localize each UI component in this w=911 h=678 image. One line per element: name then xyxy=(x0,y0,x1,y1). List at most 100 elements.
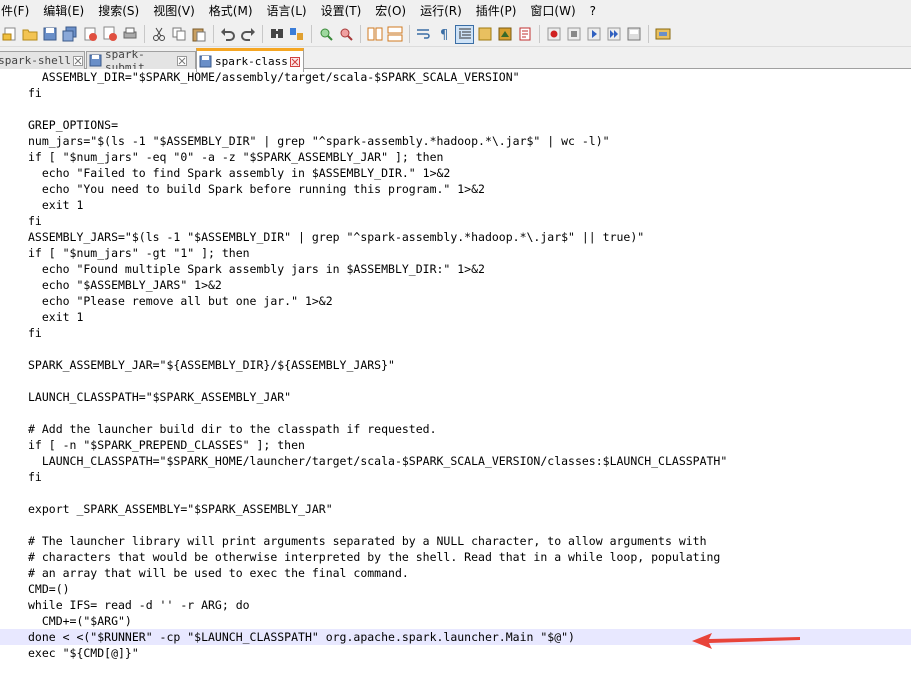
save-all-icon[interactable] xyxy=(61,25,79,43)
code-line[interactable]: 4CMD=() xyxy=(0,581,911,597)
menu-item[interactable]: 窗口(W) xyxy=(523,0,582,22)
run-macro-multiple-icon[interactable] xyxy=(605,25,623,43)
code-line[interactable]: 0 xyxy=(0,517,911,533)
menu-item[interactable]: ? xyxy=(583,0,603,22)
code-line[interactable]: 5while IFS= read -d '' -r ARG; do xyxy=(0,597,911,613)
svg-text:¶: ¶ xyxy=(440,28,448,42)
code-line[interactable]: 9 echo "You need to build Spark before r… xyxy=(0,181,911,197)
plugin-icon[interactable] xyxy=(654,25,672,43)
copy-icon[interactable] xyxy=(170,25,188,43)
close-icon[interactable] xyxy=(73,55,83,66)
code-line[interactable]: 4 xyxy=(0,101,911,117)
code-line[interactable]: 3# an array that will be used to exec th… xyxy=(0,565,911,581)
line-text: exec "${CMD[@]}" xyxy=(28,646,139,660)
menu-item[interactable]: 宏(O) xyxy=(368,0,413,22)
code-line[interactable]: 5if [ -n "$SPARK_PREPEND_CLASSES" ]; the… xyxy=(0,437,911,453)
undo-icon[interactable] xyxy=(219,25,237,43)
line-text: exit 1 xyxy=(28,310,84,324)
sync-horizontal-icon[interactable] xyxy=(386,25,404,43)
function-list-icon[interactable] xyxy=(516,25,534,43)
code-line[interactable]: 7if [ "$num_jars" -eq "0" -a -z "$SPARK_… xyxy=(0,149,911,165)
code-line[interactable]: 2# characters that would be otherwise in… xyxy=(0,549,911,565)
code-line[interactable]: 8 xyxy=(0,485,911,501)
code-editor[interactable]: 2 ASSEMBLY_DIR="$SPARK_HOME/assembly/tar… xyxy=(0,69,911,678)
code-line[interactable]: 3fi xyxy=(0,85,911,101)
tab-spark-submit[interactable]: spark-submit xyxy=(86,48,196,74)
line-text: export _SPARK_ASSEMBLY="$SPARK_ASSEMBLY_… xyxy=(28,502,333,516)
line-text: # an array that will be used to exec the… xyxy=(28,566,409,580)
open-file-icon[interactable] xyxy=(21,25,39,43)
indent-guide-icon[interactable] xyxy=(455,24,474,44)
code-line[interactable]: 7 exit 1 xyxy=(0,309,911,325)
code-line[interactable]: 7fi xyxy=(0,469,911,485)
line-text: done < <("$RUNNER" -cp "$LAUNCH_CLASSPAT… xyxy=(28,630,575,644)
save-icon[interactable] xyxy=(41,25,59,43)
tab-spark-class[interactable]: spark-class xyxy=(196,48,304,72)
code-line[interactable]: 9 xyxy=(0,341,911,357)
code-line[interactable]: 4# Add the launcher build dir to the cla… xyxy=(0,421,911,437)
line-text: ASSEMBLY_JARS="$(ls -1 "$ASSEMBLY_DIR" |… xyxy=(28,230,645,244)
record-macro-icon[interactable] xyxy=(545,25,563,43)
tab-spark-shell[interactable]: spark-shell xyxy=(0,51,85,69)
tab-label: spark-shell xyxy=(0,54,71,67)
code-line[interactable]: 4 echo "Found multiple Spark assembly ja… xyxy=(0,261,911,277)
play-macro-icon[interactable] xyxy=(585,25,603,43)
close-all-icon[interactable] xyxy=(101,25,119,43)
code-line[interactable]: 3if [ "$num_jars" -gt "1" ]; then xyxy=(0,245,911,261)
show-all-chars-icon[interactable]: ¶ xyxy=(435,25,453,43)
print-icon[interactable] xyxy=(121,25,139,43)
close-icon[interactable] xyxy=(289,56,300,67)
replace-icon[interactable] xyxy=(288,25,306,43)
word-wrap-icon[interactable] xyxy=(415,25,433,43)
code-line[interactable]: 0SPARK_ASSEMBLY_JAR="${ASSEMBLY_DIR}/${A… xyxy=(0,357,911,373)
code-line[interactable]: 6 CMD+=("$ARG") xyxy=(0,613,911,629)
toolbar: ¶ xyxy=(0,22,911,47)
new-file-icon[interactable] xyxy=(1,25,19,43)
menu-item[interactable]: 语言(L) xyxy=(260,0,314,22)
line-text: # characters that would be otherwise int… xyxy=(28,550,721,564)
menu-item[interactable]: 搜索(S) xyxy=(91,0,146,22)
code-line[interactable]: 1# The launcher library will print argum… xyxy=(0,533,911,549)
code-line[interactable]: 8fi xyxy=(0,325,911,341)
stop-macro-icon[interactable] xyxy=(565,25,583,43)
code-line[interactable]: 3 xyxy=(0,405,911,421)
toolbar-separator xyxy=(539,25,540,43)
code-line[interactable]: 1fi xyxy=(0,213,911,229)
line-text: fi xyxy=(28,214,42,228)
menu-item[interactable]: 插件(P) xyxy=(469,0,524,22)
user-language-icon[interactable] xyxy=(476,25,494,43)
code-line[interactable]: 0 exit 1 xyxy=(0,197,911,213)
code-line[interactable]: 6 LAUNCH_CLASSPATH="$SPARK_HOME/launcher… xyxy=(0,453,911,469)
cut-icon[interactable] xyxy=(150,25,168,43)
zoom-in-icon[interactable] xyxy=(317,25,335,43)
line-text: fi xyxy=(28,470,42,484)
menu-item[interactable]: 编辑(E) xyxy=(36,0,91,22)
toolbar-separator xyxy=(311,25,312,43)
sync-vertical-icon[interactable] xyxy=(366,25,384,43)
menu-item[interactable]: 运行(R) xyxy=(413,0,469,22)
close-icon[interactable] xyxy=(177,55,187,66)
menu-item[interactable]: 格式(M) xyxy=(202,0,260,22)
code-line[interactable]: 5 echo "$ASSEMBLY_JARS" 1>&2 xyxy=(0,277,911,293)
menu-item[interactable]: 设置(T) xyxy=(314,0,369,22)
paste-icon[interactable] xyxy=(190,25,208,43)
code-line[interactable]: 6 echo "Please remove all but one jar." … xyxy=(0,293,911,309)
close-file-icon[interactable] xyxy=(81,25,99,43)
code-line[interactable]: 2 ASSEMBLY_DIR="$SPARK_HOME/assembly/tar… xyxy=(0,69,911,85)
code-line[interactable]: 2ASSEMBLY_JARS="$(ls -1 "$ASSEMBLY_DIR" … xyxy=(0,229,911,245)
doc-map-icon[interactable] xyxy=(496,25,514,43)
menu-item[interactable]: 件(F) xyxy=(0,0,36,22)
code-line[interactable]: 5GREP_OPTIONS= xyxy=(0,117,911,133)
line-text: if [ -n "$SPARK_PREPEND_CLASSES" ]; then xyxy=(28,438,305,452)
menu-item[interactable]: 视图(V) xyxy=(146,0,202,22)
line-text: # The launcher library will print argume… xyxy=(28,534,707,548)
save-macro-icon[interactable] xyxy=(625,25,643,43)
redo-icon[interactable] xyxy=(239,25,257,43)
code-line[interactable]: 9export _SPARK_ASSEMBLY="$SPARK_ASSEMBLY… xyxy=(0,501,911,517)
code-line[interactable]: 2LAUNCH_CLASSPATH="$SPARK_ASSEMBLY_JAR" xyxy=(0,389,911,405)
code-line[interactable]: 6num_jars="$(ls -1 "$ASSEMBLY_DIR" | gre… xyxy=(0,133,911,149)
code-line[interactable]: 1 xyxy=(0,373,911,389)
code-line[interactable]: 8 echo "Failed to find Spark assembly in… xyxy=(0,165,911,181)
find-icon[interactable] xyxy=(268,25,286,43)
zoom-out-icon[interactable] xyxy=(337,25,355,43)
